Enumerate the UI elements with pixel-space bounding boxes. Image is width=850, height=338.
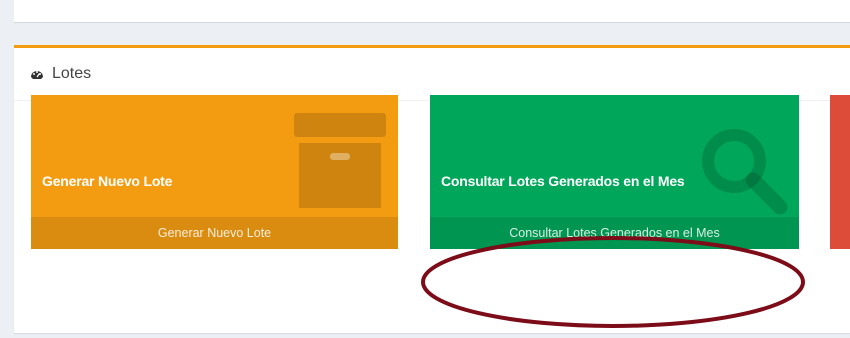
consultar-lotes-tile: Consultar Lotes Generados en el Mes Cons… <box>430 95 799 249</box>
panel-header: Lotes <box>14 48 850 101</box>
search-icon <box>702 129 788 215</box>
partial-red-tile <box>830 95 850 249</box>
archive-box-icon <box>294 113 386 208</box>
dashboard-icon <box>30 67 44 81</box>
panel-title: Lotes <box>52 65 92 82</box>
tile-title: Generar Nuevo Lote <box>42 173 173 189</box>
tile-title: Consultar Lotes Generados en el Mes <box>441 173 685 189</box>
generar-nuevo-lote-tile: Generar Nuevo Lote Generar Nuevo Lote <box>31 95 398 249</box>
previous-panel <box>14 0 850 23</box>
consultar-lotes-link[interactable]: Consultar Lotes Generados en el Mes <box>430 217 799 249</box>
generar-nuevo-lote-link[interactable]: Generar Nuevo Lote <box>31 217 398 249</box>
